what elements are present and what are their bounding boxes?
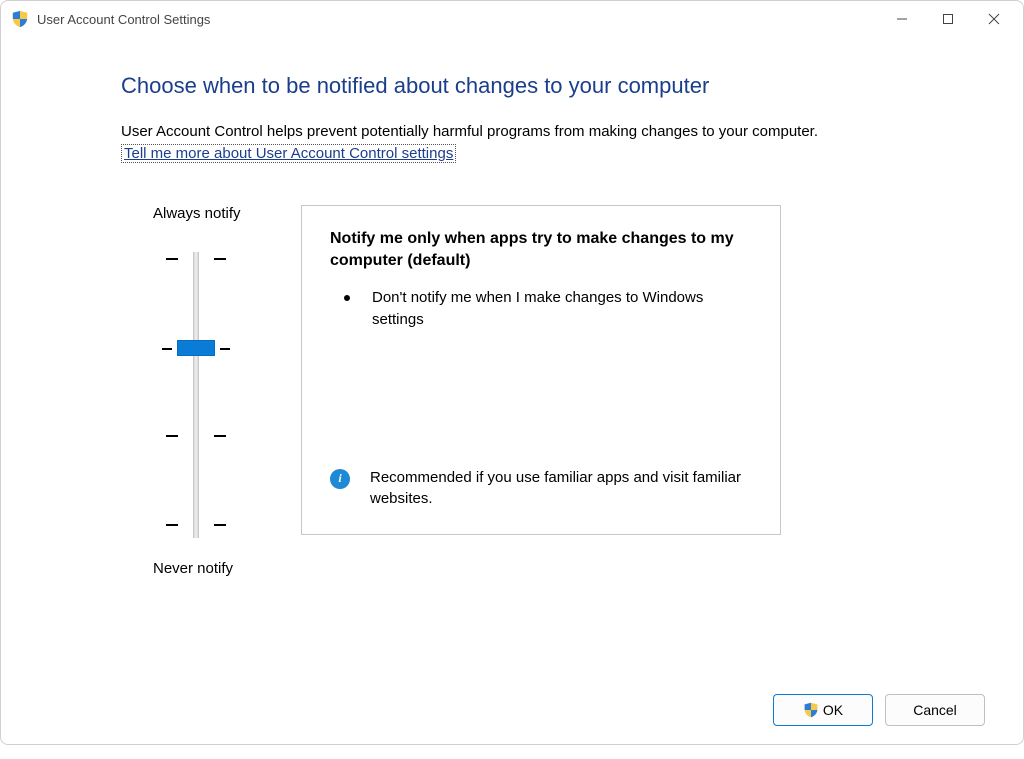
uac-settings-window: User Account Control Settings Choose whe… [0,0,1024,745]
slider-tick [166,435,226,437]
description-panel: Notify me only when apps try to make cha… [301,205,781,535]
shield-icon [803,702,819,718]
slider-thumb[interactable] [177,340,215,356]
description-title: Notify me only when apps try to make cha… [330,228,752,273]
close-button[interactable] [971,4,1017,34]
shield-icon [11,10,29,28]
slider-track [193,252,199,538]
intro-text: User Account Control helps prevent poten… [121,121,973,142]
recommendation-text: Recommended if you use familiar apps and… [370,467,752,511]
content-area: Choose when to be notified about changes… [1,37,1023,744]
bullet-dot-icon [344,295,350,301]
ok-button-label: OK [823,702,843,718]
slider-top-label: Always notify [121,205,301,222]
slider-bottom-label: Never notify [121,560,301,577]
description-bullet: Don't notify me when I make changes to W… [344,287,752,331]
info-icon: i [330,469,350,489]
maximize-button[interactable] [925,4,971,34]
minimize-button[interactable] [879,4,925,34]
cancel-button-label: Cancel [913,702,957,718]
window-title: User Account Control Settings [37,12,879,27]
ok-button[interactable]: OK [773,694,873,726]
description-bullet-text: Don't notify me when I make changes to W… [372,287,752,331]
main-body: Always notify Never notify Notify me onl… [121,205,973,577]
notification-level-slider[interactable] [121,240,301,550]
window-controls [879,4,1017,34]
dialog-footer: OK Cancel [773,694,985,726]
help-link[interactable]: Tell me more about User Account Control … [121,144,456,163]
recommendation-row: i Recommended if you use familiar apps a… [330,467,752,517]
cancel-button[interactable]: Cancel [885,694,985,726]
slider-column: Always notify Never notify [121,205,301,577]
slider-tick [166,258,226,260]
titlebar: User Account Control Settings [1,1,1023,37]
slider-tick [166,524,226,526]
page-heading: Choose when to be notified about changes… [121,73,973,99]
